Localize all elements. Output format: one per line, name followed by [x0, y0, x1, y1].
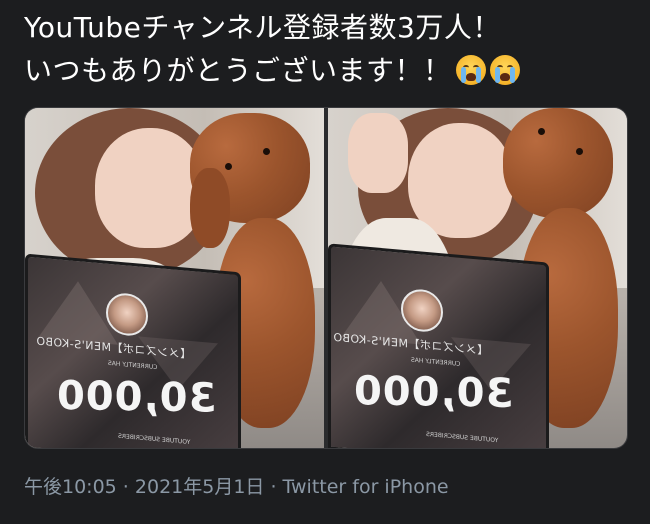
- tweet-source-link[interactable]: Twitter for iPhone: [283, 476, 449, 498]
- tweet-media-grid: 【メンズコボ】MEN'S-KOBO CURRENTLY HAS 30,000 Y…: [24, 107, 628, 449]
- dog-eye: [263, 148, 270, 155]
- tweet-metadata: 午後10:05 · 2021年5月1日 · Twitter for iPhone: [24, 472, 449, 499]
- dog-head: [503, 108, 613, 218]
- screen-subscriber-count: 30,000: [56, 372, 217, 422]
- tweet-text-line-1: YouTubeチャンネル登録者数3万人！: [24, 11, 501, 44]
- crying-face-icon: [489, 55, 520, 85]
- tweet-date[interactable]: 2021年5月1日: [135, 476, 265, 498]
- screen-subscriber-count: 30,000: [353, 368, 514, 417]
- tweet-text-line-2-text: いつもありがとうございます！！: [24, 54, 452, 87]
- laptop-screen: 【メンズコボ】MEN'S-KOBO CURRENTLY HAS 30,000 Y…: [25, 253, 241, 448]
- peace-sign-hand: [348, 113, 408, 193]
- tweet-photo-1[interactable]: 【メンズコボ】MEN'S-KOBO CURRENTLY HAS 30,000 Y…: [25, 108, 324, 448]
- face: [408, 123, 513, 238]
- screen-footer: YOUTUBE SUBSCRIBERS: [118, 432, 191, 447]
- dog-eye: [225, 163, 232, 170]
- dog-ear: [190, 168, 230, 248]
- dog-eye: [538, 128, 545, 135]
- dog-eye: [576, 148, 583, 155]
- tweet-photo-2[interactable]: 【メンズコボ】MEN'S-KOBO CURRENTLY HAS 30,000 Y…: [328, 108, 627, 448]
- meta-separator: ·: [264, 476, 283, 498]
- screen-footer: YOUTUBE SUBSCRIBERS: [426, 430, 499, 445]
- tweet-text: YouTubeチャンネル登録者数3万人！ いつもありがとうございます！！: [24, 6, 634, 92]
- tweet-time[interactable]: 午後10:05: [24, 476, 117, 498]
- tweet-text-line-2: いつもありがとうございます！！: [24, 49, 634, 92]
- laptop-screen: 【メンズコボ】MEN'S-KOBO CURRENTLY HAS 30,000 Y…: [328, 243, 549, 448]
- crying-face-icon: [455, 55, 486, 85]
- meta-separator: ·: [116, 476, 135, 498]
- face: [95, 128, 205, 248]
